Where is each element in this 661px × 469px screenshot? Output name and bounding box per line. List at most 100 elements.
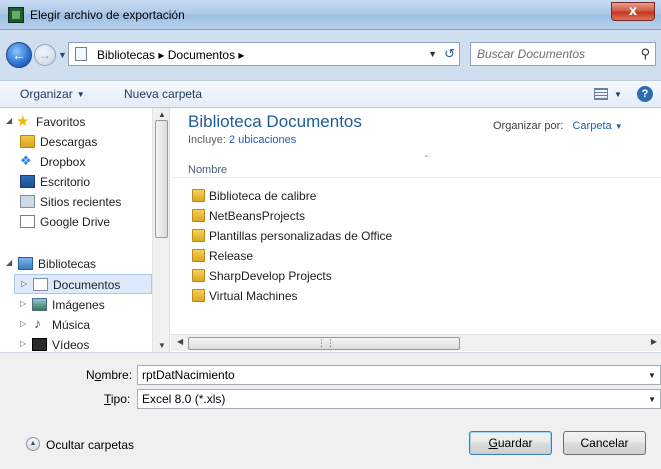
file-list-pane: Biblioteca Documentos Incluye: 2 ubicaci… xyxy=(171,108,661,352)
sidebar-item-label: Descargas xyxy=(40,135,98,149)
file-name-input[interactable] xyxy=(137,365,661,385)
downloads-folder-icon xyxy=(20,135,35,148)
file-name-dropdown-icon[interactable]: ▼ xyxy=(648,371,656,380)
save-button[interactable]: Guardar xyxy=(469,431,552,455)
address-path[interactable]: Bibliotecas ▸ Documentos ▸ xyxy=(97,48,244,62)
sidebar-item-label: Escritorio xyxy=(40,175,91,189)
list-item-label: Release xyxy=(209,249,254,263)
expanded-arrow-icon[interactable]: ◢ xyxy=(6,116,12,125)
nav-vertical-scrollbar[interactable]: ▲ ▼ xyxy=(152,108,169,352)
sidebar-item-label: Sitios recientes xyxy=(40,195,122,209)
list-item[interactable]: SharpDevelop Projects xyxy=(188,266,648,286)
sidebar-item-google-drive[interactable]: Google Drive xyxy=(0,212,152,232)
list-item-label: Biblioteca de calibre xyxy=(209,189,317,203)
folder-icon xyxy=(192,189,205,202)
arrange-by-value: Carpeta xyxy=(572,120,612,132)
includes-prefix: Incluye: xyxy=(188,134,226,146)
sidebar-item-label: Imágenes xyxy=(52,298,105,312)
address-dropdown-icon[interactable]: ▼ xyxy=(428,49,437,59)
chevron-down-icon: ▼ xyxy=(648,395,656,404)
scroll-down-icon[interactable]: ▼ xyxy=(158,341,166,350)
chevron-down-icon: ▼ xyxy=(614,122,623,131)
file-name-label-prefix: N xyxy=(86,368,95,382)
refresh-icon[interactable]: ↺ xyxy=(444,46,455,62)
file-name-label: Nombre: xyxy=(86,368,132,382)
nav-scroll-thumb[interactable] xyxy=(155,120,168,238)
scroll-right-icon[interactable]: ▶ xyxy=(651,337,657,346)
sidebar-item-label: Música xyxy=(52,318,91,332)
file-type-select[interactable]: Excel 8.0 (*.xls) ▼ xyxy=(137,389,661,409)
sidebar-item-music[interactable]: ▷ ♪ Música xyxy=(14,315,152,335)
sidebar-item-dropbox[interactable]: ❖ Dropbox xyxy=(0,152,152,172)
folder-icon xyxy=(75,47,87,61)
close-button[interactable]: x xyxy=(611,2,655,21)
recent-places-icon xyxy=(20,195,35,208)
list-item[interactable]: NetBeansProjects xyxy=(188,206,648,226)
expanded-arrow-icon[interactable]: ◢ xyxy=(6,258,12,267)
folder-icon xyxy=(192,249,205,262)
hide-folders-label: Ocultar carpetas xyxy=(46,438,135,452)
grip-icon: ⋮⋮ xyxy=(317,338,335,348)
save-form: Nombre: ▼ Tipo: Excel 8.0 (*.xls) ▼ ▲ Oc… xyxy=(0,352,661,469)
scroll-left-icon[interactable]: ◀ xyxy=(177,337,183,346)
window-title: Elegir archivo de exportación xyxy=(30,8,185,22)
list-item-label: SharpDevelop Projects xyxy=(209,269,332,283)
command-bar: Organizar ▼ Nueva carpeta ▼ ? xyxy=(0,80,661,108)
collapsed-arrow-icon[interactable]: ▷ xyxy=(20,299,26,308)
list-item[interactable]: Plantillas personalizadas de Office xyxy=(188,226,648,246)
address-row: ← → ▼ Bibliotecas ▸ Documentos ▸ ▼ ↺ ⚲ xyxy=(0,30,661,80)
arrange-by-dropdown[interactable]: Carpeta ▼ xyxy=(572,120,622,132)
column-header-name[interactable]: Nombre xyxy=(188,164,227,176)
file-name-label-rest: mbre: xyxy=(101,368,133,382)
help-icon[interactable]: ? xyxy=(637,86,653,102)
search-box[interactable]: ⚲ xyxy=(470,42,656,66)
star-icon: ★ xyxy=(16,113,30,130)
locations-link[interactable]: 2 ubicaciones xyxy=(229,134,296,146)
list-item-label: Plantillas personalizadas de Office xyxy=(209,229,393,243)
list-item-label: NetBeansProjects xyxy=(209,209,306,223)
nav-libraries[interactable]: ◢ Bibliotecas xyxy=(0,254,152,274)
views-dropdown-icon[interactable]: ▼ xyxy=(614,90,622,99)
forward-button[interactable]: → xyxy=(34,44,56,66)
sidebar-item-images[interactable]: ▷ Imágenes xyxy=(14,295,152,315)
horizontal-scrollbar[interactable]: ◀ ⋮⋮ ▶ xyxy=(171,334,661,351)
list-item-label: Virtual Machines xyxy=(209,289,298,303)
column-header-row: ⌃ Nombre xyxy=(171,152,661,178)
collapsed-arrow-icon[interactable]: ▷ xyxy=(20,339,26,348)
list-item[interactable]: Biblioteca de calibre xyxy=(188,186,648,206)
sidebar-item-documents[interactable]: ▷ Documentos xyxy=(14,274,152,294)
sidebar-item-downloads[interactable]: Descargas xyxy=(0,132,152,152)
library-includes: Incluye: 2 ubicaciones xyxy=(188,134,296,146)
back-button[interactable]: ← xyxy=(6,42,32,68)
organize-label: Organizar xyxy=(20,87,73,101)
address-bar[interactable]: Bibliotecas ▸ Documentos ▸ ▼ ↺ xyxy=(68,42,460,66)
sidebar-item-videos[interactable]: ▷ Vídeos xyxy=(14,335,152,352)
folder-icon xyxy=(192,289,205,302)
sidebar-item-label: Vídeos xyxy=(52,338,90,352)
cancel-button[interactable]: Cancelar xyxy=(563,431,646,455)
collapsed-arrow-icon[interactable]: ▷ xyxy=(20,319,26,328)
list-item[interactable]: Release xyxy=(188,246,648,266)
collapsed-arrow-icon[interactable]: ▷ xyxy=(21,279,27,288)
new-folder-button[interactable]: Nueva carpeta xyxy=(124,87,202,101)
sidebar-item-recent-places[interactable]: Sitios recientes xyxy=(0,192,152,212)
search-icon[interactable]: ⚲ xyxy=(640,46,650,62)
organize-button[interactable]: Organizar ▼ xyxy=(20,87,85,101)
search-input[interactable] xyxy=(477,46,627,62)
library-title: Biblioteca Documentos xyxy=(188,112,362,131)
nav-favorites[interactable]: ◢ ★ Favoritos xyxy=(0,112,152,132)
horizontal-scroll-thumb[interactable]: ⋮⋮ xyxy=(188,337,460,350)
sidebar-item-desktop[interactable]: Escritorio xyxy=(0,172,152,192)
file-type-value: Excel 8.0 (*.xls) xyxy=(142,392,226,406)
back-arrow-icon: ← xyxy=(12,47,26,63)
history-dropdown-icon[interactable]: ▼ xyxy=(58,50,67,60)
sort-ascending-icon: ⌃ xyxy=(423,154,430,163)
scroll-up-icon[interactable]: ▲ xyxy=(158,110,166,119)
save-label-accel: G xyxy=(488,436,498,450)
views-icon[interactable] xyxy=(594,88,608,100)
pictures-library-icon xyxy=(32,298,47,311)
title-bar: Elegir archivo de exportación x xyxy=(0,0,661,30)
documents-library-icon xyxy=(33,278,48,291)
file-type-label-rest: ipo: xyxy=(110,392,131,406)
list-item[interactable]: Virtual Machines xyxy=(188,286,648,306)
